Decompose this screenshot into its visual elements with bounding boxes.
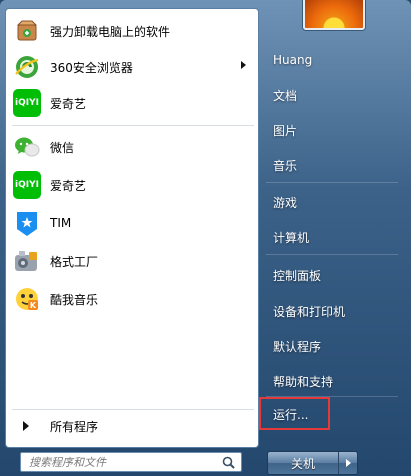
program-label: 格式工厂 [50, 254, 99, 269]
right-item-documents[interactable]: 文档 [264, 80, 406, 110]
program-item-kuwo-music[interactable]: K 酷我音乐 [10, 282, 254, 316]
right-item-music[interactable]: 音乐 [264, 150, 406, 180]
right-item-label: 控制面板 [273, 268, 322, 283]
right-item-label: 帮助和支持 [273, 374, 334, 389]
programs-panel: 强力卸载电脑上的软件 360安全浏览器 iQIYI 爱奇艺 微信 iQIYI 爱… [5, 8, 259, 448]
360-browser-icon [13, 53, 41, 81]
kuwo-music-icon: K [13, 285, 41, 313]
right-item-games[interactable]: 游戏 [264, 187, 406, 217]
right-item-help-support[interactable]: 帮助和支持 [264, 366, 406, 396]
program-item-iqiyi-recent[interactable]: iQIYI 爱奇艺 [10, 168, 254, 202]
program-label: TIM [50, 216, 72, 230]
search-box[interactable] [20, 452, 242, 472]
wechat-icon [13, 133, 41, 161]
right-item-control-panel[interactable]: 控制面板 [264, 260, 406, 290]
divider [12, 409, 254, 410]
right-item-label: Huang [273, 53, 313, 67]
svg-text:K: K [30, 301, 37, 310]
user-picture[interactable] [303, 0, 365, 30]
right-item-label: 文档 [273, 88, 298, 103]
divider [266, 254, 398, 255]
shutdown-options-button[interactable] [339, 452, 357, 474]
run-highlight-box [259, 397, 330, 430]
shutdown-button-group: 关机 [267, 451, 358, 475]
divider [12, 125, 254, 126]
uninstaller-box-icon [13, 17, 41, 45]
iqiyi-icon: iQIYI [13, 89, 41, 117]
arrow-right-icon [345, 459, 351, 467]
search-icon[interactable] [222, 456, 235, 469]
right-item-default-programs[interactable]: 默认程序 [264, 331, 406, 361]
search-input[interactable] [27, 453, 221, 471]
program-item-wechat[interactable]: 微信 [10, 130, 254, 164]
divider [266, 182, 398, 183]
program-item-360-browser[interactable]: 360安全浏览器 [10, 50, 254, 84]
right-item-label: 默认程序 [273, 339, 322, 354]
right-item-label: 设备和打印机 [273, 304, 346, 319]
program-label: 微信 [50, 140, 75, 155]
program-label: 爱奇艺 [50, 178, 87, 193]
program-label: 酷我音乐 [50, 292, 99, 307]
tim-icon [13, 209, 41, 237]
right-item-user-folder[interactable]: Huang [264, 45, 406, 75]
right-item-label: 图片 [273, 123, 298, 138]
program-label: 爱奇艺 [50, 96, 87, 111]
program-item-iqiyi[interactable]: iQIYI 爱奇艺 [10, 86, 254, 120]
format-factory-icon [13, 247, 41, 275]
program-item-tim[interactable]: TIM [10, 206, 254, 240]
right-item-label: 游戏 [273, 195, 298, 210]
expand-arrow-icon [23, 421, 29, 431]
program-label: 强力卸载电脑上的软件 [50, 24, 171, 39]
right-item-pictures[interactable]: 图片 [264, 115, 406, 145]
right-item-computer[interactable]: 计算机 [264, 222, 406, 252]
iqiyi-icon: iQIYI [13, 171, 41, 199]
all-programs-button[interactable]: 所有程序 [10, 413, 254, 439]
program-item-uninstaller[interactable]: 强力卸载电脑上的软件 [10, 14, 254, 48]
program-item-format-factory[interactable]: 格式工厂 [10, 244, 254, 278]
program-label: 360安全浏览器 [50, 60, 133, 75]
shutdown-button[interactable]: 关机 [268, 452, 339, 474]
right-item-devices-printers[interactable]: 设备和打印机 [264, 296, 406, 326]
submenu-arrow-icon[interactable] [241, 61, 246, 69]
all-programs-label: 所有程序 [50, 419, 99, 434]
right-item-label: 计算机 [273, 230, 310, 245]
shutdown-label: 关机 [290, 456, 315, 471]
right-item-label: 音乐 [273, 158, 298, 173]
